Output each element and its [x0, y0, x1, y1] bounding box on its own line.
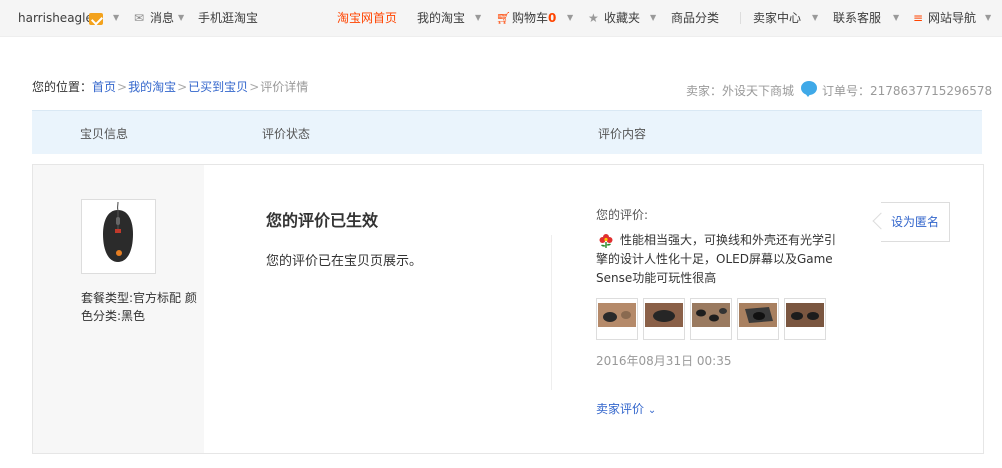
chevron-down-icon[interactable]: ▼: [812, 13, 818, 22]
cart-link[interactable]: 购物车0: [512, 0, 556, 36]
breadcrumb-bought-items[interactable]: 已买到宝贝: [188, 80, 248, 94]
cart-label: 购物车: [512, 11, 549, 25]
column-item-info: 宝贝信息: [80, 127, 129, 141]
review-text: 性能相当强大，可换线和外壳还有光学引擎的设计人性化十足，OLED屏幕以及Game…: [596, 233, 837, 285]
review-photo[interactable]: [737, 298, 779, 340]
set-anonymous-label: 设为匿名: [890, 215, 939, 229]
status-title: 您的评价已生效: [266, 211, 379, 230]
seller-evaluation-toggle[interactable]: 卖家评价 ⌄: [596, 400, 656, 417]
review-photo[interactable]: [596, 298, 638, 340]
seller-evaluation-label: 卖家评价: [596, 402, 645, 416]
product-column: 套餐类型:官方标配 颜色分类:黑色: [33, 165, 204, 453]
cart-icon: 🛒︎: [496, 11, 512, 25]
divider: [740, 12, 741, 24]
status-description: 您的评价已在宝贝页展示。: [266, 254, 423, 269]
site-nav-link[interactable]: 网站导航: [928, 0, 976, 36]
menu-icon: ≡: [913, 11, 924, 25]
review-photo[interactable]: [643, 298, 685, 340]
order-number: 订单号：2178637715296578: [822, 84, 993, 98]
mobile-taobao-link[interactable]: 手机逛淘宝: [198, 0, 258, 36]
wangwang-chat-icon[interactable]: [801, 81, 817, 97]
divider: [551, 235, 552, 390]
username-link[interactable]: harrisheagle: [18, 0, 93, 36]
breadcrumb-separator: >: [117, 80, 128, 94]
chevron-down-icon[interactable]: ▼: [475, 13, 481, 22]
breadcrumb-separator: >: [177, 80, 188, 94]
chevron-down-icon: ⌄: [647, 405, 657, 416]
set-anonymous-button[interactable]: 设为匿名: [881, 202, 950, 242]
favorites-link[interactable]: 收藏夹: [604, 0, 640, 36]
messages-link[interactable]: 消息: [150, 0, 174, 36]
your-review-label: 您的评价:: [596, 208, 649, 222]
site-topbar: harrisheagle ▼ ✉ 消息 ▼ 手机逛淘宝 淘宝网首页 我的淘宝 ▼…: [0, 0, 1002, 37]
vip-badge-icon[interactable]: [89, 0, 103, 36]
product-thumbnail[interactable]: [81, 199, 156, 274]
star-icon: ★: [588, 11, 599, 25]
chevron-down-icon[interactable]: ▼: [567, 13, 573, 22]
seller-center-link[interactable]: 卖家中心: [753, 0, 801, 36]
chevron-down-icon[interactable]: ▼: [650, 13, 656, 22]
review-photo[interactable]: [690, 298, 732, 340]
my-taobao-link[interactable]: 我的淘宝: [417, 0, 465, 36]
contact-service-link[interactable]: 联系客服: [833, 0, 881, 36]
chevron-down-icon[interactable]: ▼: [113, 13, 119, 22]
seller-name[interactable]: 卖家：外设天下商城: [686, 82, 794, 99]
breadcrumb: 您的位置：首页>我的淘宝>已买到宝贝>评价详情: [32, 78, 308, 95]
breadcrumb-my-taobao[interactable]: 我的淘宝: [128, 80, 176, 94]
breadcrumb-separator: >: [249, 80, 260, 94]
column-content: 评价内容: [598, 127, 647, 141]
product-attributes: 套餐类型:官方标配 颜色分类:黑色: [81, 291, 197, 323]
column-status: 评价状态: [262, 127, 311, 141]
review-photo[interactable]: [784, 298, 826, 340]
chevron-down-icon[interactable]: ▼: [985, 13, 991, 22]
review-card: 套餐类型:官方标配 颜色分类:黑色 您的评价已生效 您的评价已在宝贝页展示。 您…: [32, 164, 984, 454]
chevron-down-icon[interactable]: ▼: [893, 13, 899, 22]
table-header: 宝贝信息 评价状态 评价内容: [32, 110, 982, 154]
review-date: 2016年08月31日 00:35: [596, 354, 732, 368]
breadcrumb-current: 评价详情: [260, 80, 309, 94]
mail-icon: ✉: [134, 11, 145, 25]
breadcrumb-home[interactable]: 首页: [92, 80, 116, 94]
taobao-home-link[interactable]: 淘宝网首页: [337, 0, 397, 36]
chevron-down-icon[interactable]: ▼: [178, 13, 184, 22]
categories-link[interactable]: 商品分类: [671, 0, 719, 36]
breadcrumb-prefix: 您的位置：: [32, 80, 93, 94]
cart-count: 0: [548, 11, 557, 25]
